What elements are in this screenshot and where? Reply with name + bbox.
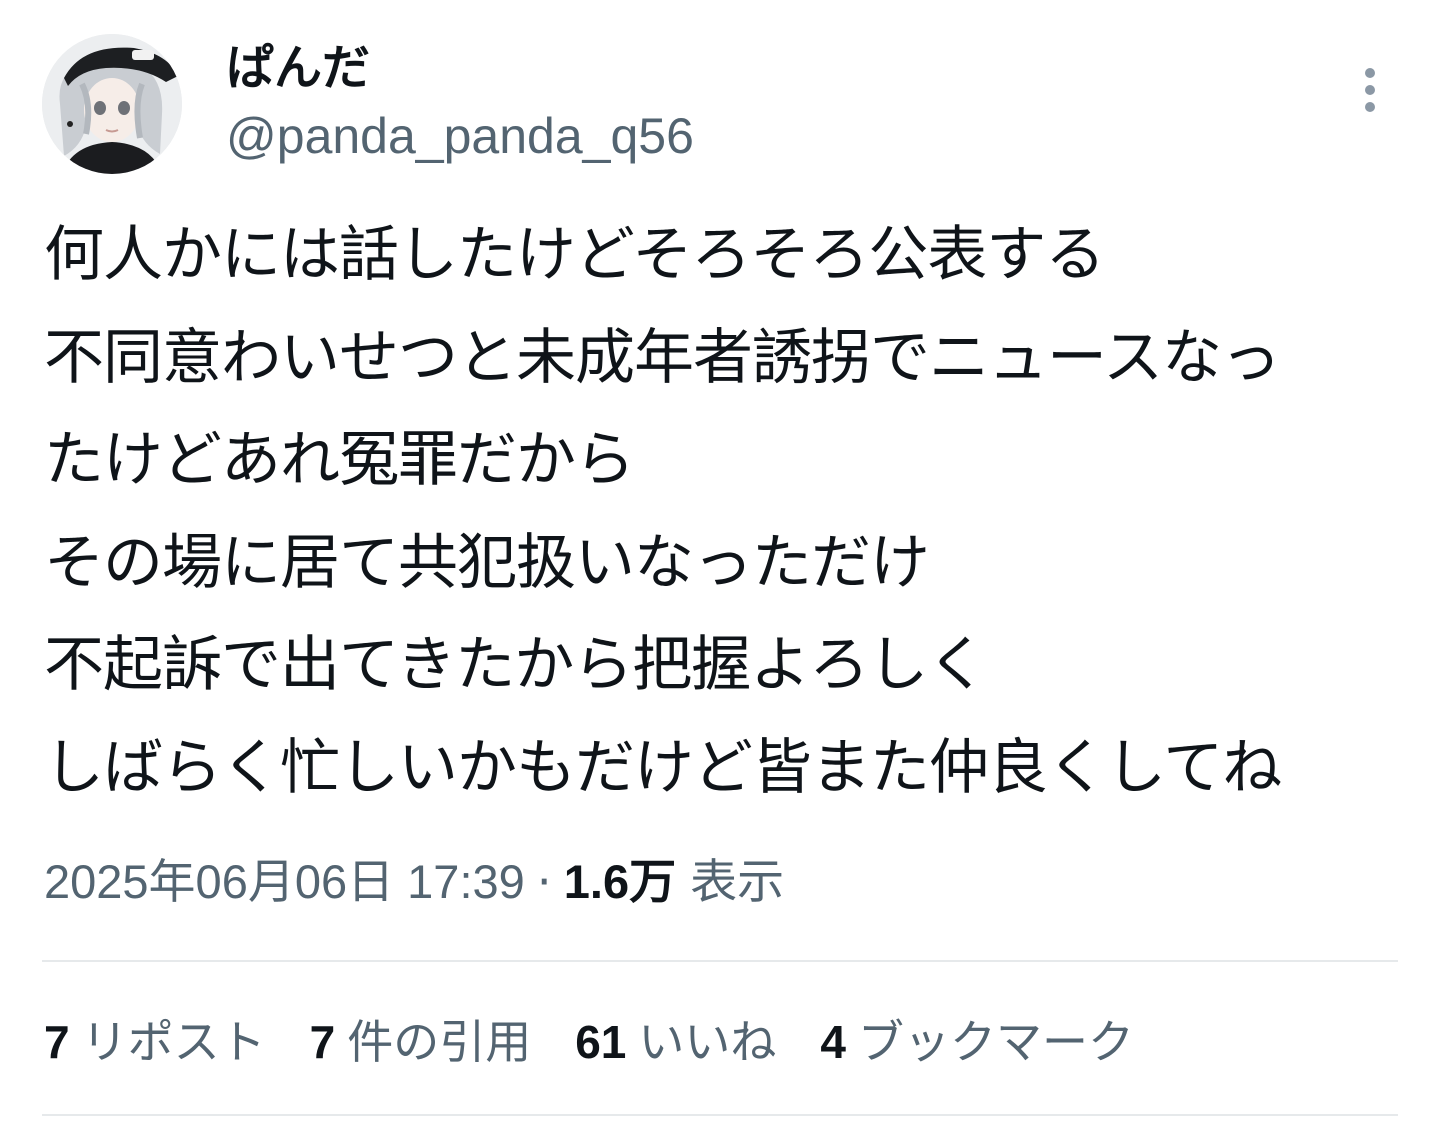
divider [42, 1114, 1398, 1116]
more-dot [1365, 68, 1375, 78]
likes-stat[interactable]: 61 いいね [575, 1012, 776, 1072]
more-dot [1365, 102, 1375, 112]
bookmarks-count: 4 [820, 1016, 846, 1068]
tweet-detail: ぱんだ @panda_panda_q56 何人かには話したけどそろそろ公表する … [0, 0, 1440, 1122]
meta-separator: · [536, 855, 552, 910]
avatar[interactable] [42, 34, 182, 174]
tweet-line: 不起訴で出てきたから把握よろしく [44, 630, 987, 700]
reposts-label: リポスト [81, 1015, 266, 1069]
tweet-line: 何人かには話したけどそろそろ公表する [44, 220, 1105, 290]
avatar-image [42, 34, 182, 174]
more-vertical-icon[interactable] [1346, 62, 1394, 118]
display-name[interactable]: ぱんだ [226, 40, 370, 96]
tweet-line: たけどあれ冤罪だから [44, 425, 635, 495]
tweet-line: 不同意わいせつと未成年者誘拐でニュースなっ [44, 322, 1281, 393]
reposts-stat[interactable]: 7 リポスト [44, 1012, 266, 1072]
tweet-text: 何人かには話したけどそろそろ公表する 不同意わいせつと未成年者誘拐でニュースなっ… [44, 204, 1404, 819]
bookmarks-stat[interactable]: 4 ブックマーク [820, 1012, 1134, 1072]
engagement-stats: 7 リポスト 7 件の引用 61 いいね 4 ブックマーク [44, 1012, 1178, 1072]
quotes-stat[interactable]: 7 件の引用 [310, 1012, 532, 1072]
timestamp[interactable]: 2025年06月06日 17:39 [44, 852, 525, 912]
tweet-meta: 2025年06月06日 17:39 · 1.6万 表示 [44, 852, 784, 913]
user-handle[interactable]: @panda_panda_q56 [226, 106, 694, 166]
reposts-count: 7 [44, 1016, 70, 1068]
more-dot [1365, 85, 1375, 95]
quotes-label: 件の引用 [347, 1015, 532, 1069]
bookmarks-label: ブックマーク [857, 1015, 1134, 1069]
likes-label: いいね [638, 1015, 777, 1069]
quotes-count: 7 [309, 1016, 336, 1068]
views-count: 1.6万 [563, 855, 677, 908]
views-label: 表示 [690, 855, 785, 910]
divider [42, 960, 1398, 962]
likes-count: 61 [575, 1016, 627, 1068]
tweet-line: しばらく忙しいかもだけど皆また仲良くしてね [44, 732, 1282, 803]
tweet-line: その場に居て共犯扱いなっただけ [44, 527, 930, 598]
